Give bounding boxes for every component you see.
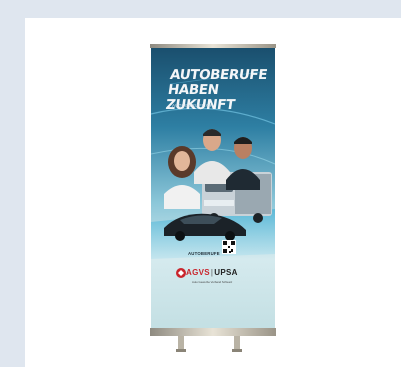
qr-label: AUTOBERUFE bbox=[188, 251, 220, 256]
brand-separator: | bbox=[210, 268, 214, 277]
headline-line-2: HABEN ZUKUNFT bbox=[164, 82, 236, 113]
brand-right: UPSA bbox=[214, 268, 238, 277]
brand-logo-text: AGVS|UPSA bbox=[186, 268, 238, 277]
banner-subline: AUTOBERUFE.CH bbox=[172, 103, 214, 108]
brand-tagline: Auto Gewerbe Verband Schweiz bbox=[192, 280, 233, 284]
headline-line-1: AUTOBERUFE bbox=[168, 67, 269, 83]
brand-left: AGVS bbox=[186, 268, 210, 277]
